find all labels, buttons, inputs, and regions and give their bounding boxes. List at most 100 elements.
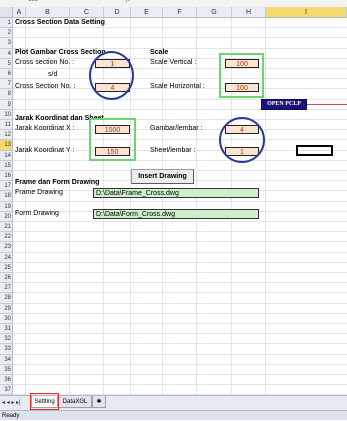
row-header-18[interactable]: 18 xyxy=(0,191,13,202)
row-header-37[interactable]: 37 xyxy=(0,385,13,396)
frame-heading: Frame dan Form Drawing xyxy=(15,179,100,186)
row-header-25[interactable]: 25 xyxy=(0,262,13,273)
jarak-y-label: Jarak Koordinat Y : xyxy=(15,147,75,154)
cross-section-from-label: Cross section No. : xyxy=(15,59,75,66)
gridline xyxy=(13,292,347,294)
gridline xyxy=(162,18,163,395)
annotation-circle xyxy=(219,117,265,163)
tab-highlight-box xyxy=(30,393,59,410)
gridline xyxy=(13,374,347,375)
gridline xyxy=(13,312,347,314)
row-header-34[interactable]: 34 xyxy=(0,354,13,365)
gridline xyxy=(13,261,347,263)
select-all-corner[interactable] xyxy=(0,7,13,18)
sheet-per-lembar-label: Sheet/lembar : xyxy=(150,147,196,154)
row-header-22[interactable]: 22 xyxy=(0,232,13,243)
gridline xyxy=(13,353,347,355)
column-header-e[interactable]: E xyxy=(131,7,163,18)
gridline xyxy=(13,231,347,233)
column-header-b[interactable]: B xyxy=(26,7,70,18)
gridline xyxy=(13,302,347,304)
status-bar: Ready xyxy=(0,410,347,420)
form-drawing-path-input[interactable]: D:\Data\Form_Cross.dwg xyxy=(93,209,259,219)
row-header-30[interactable]: 30 xyxy=(0,313,13,324)
active-cell[interactable] xyxy=(296,145,333,156)
row-header-7[interactable]: 7 xyxy=(0,79,13,90)
plot-heading: Plot Gambar Cross Section xyxy=(15,49,106,56)
column-header-f[interactable]: F xyxy=(163,7,197,18)
row-header-24[interactable]: 24 xyxy=(0,252,13,263)
row-header-3[interactable]: 3 xyxy=(0,38,13,49)
column-header-g[interactable]: G xyxy=(197,7,232,18)
column-header-c[interactable]: C xyxy=(70,7,104,18)
row-header-13[interactable]: 13 xyxy=(0,140,13,151)
row-header-5[interactable]: 5 xyxy=(0,58,13,69)
gridline xyxy=(13,272,347,273)
row-header-4[interactable]: 4 xyxy=(0,48,13,59)
row-header-9[interactable]: 9 xyxy=(0,99,13,110)
gridline xyxy=(13,363,347,365)
gridline xyxy=(13,200,347,202)
sd-label: s/d xyxy=(48,71,58,78)
row-header-35[interactable]: 35 xyxy=(0,364,13,375)
row-header-33[interactable]: 33 xyxy=(0,344,13,355)
row-header-11[interactable]: 11 xyxy=(0,120,13,131)
row-header-36[interactable]: 36 xyxy=(0,375,13,386)
row-header-32[interactable]: 32 xyxy=(0,334,13,345)
gridline xyxy=(13,78,347,80)
frame-drawing-path-input[interactable]: D:\Data\Frame_Cross.dwg xyxy=(93,188,259,198)
gridline xyxy=(13,384,347,386)
open-pclp-button[interactable]: OPEN PCLP xyxy=(261,99,307,110)
cross-section-to-label: Cross Section No. : xyxy=(15,83,76,90)
row-header-17[interactable]: 17 xyxy=(0,181,13,192)
gridline xyxy=(13,159,347,161)
column-header-i[interactable]: I xyxy=(266,7,347,18)
row-header-16[interactable]: 16 xyxy=(0,171,13,182)
insert-drawing-button[interactable]: Insert Drawing xyxy=(131,169,194,184)
row-header-23[interactable]: 23 xyxy=(0,242,13,253)
row-header-6[interactable]: 6 xyxy=(0,69,13,80)
spreadsheet-window: 123 jx ABCDEFGHI 1 2 3 4 5 6 7 8 9 10 11 12 13 14 15 16… xyxy=(0,0,347,420)
row-header-10[interactable]: 10 xyxy=(0,109,13,120)
row-header-21[interactable]: 21 xyxy=(0,222,13,233)
gridline xyxy=(265,18,266,395)
annotation-circle xyxy=(89,51,134,100)
scale-horizontal-label: Scale Horizontal : xyxy=(150,83,205,90)
gridline xyxy=(25,18,26,395)
row-header-1[interactable]: 1 xyxy=(0,18,13,29)
gridline xyxy=(13,343,347,345)
gridline xyxy=(13,221,347,222)
row-header-28[interactable]: 28 xyxy=(0,293,13,304)
row-header-15[interactable]: 15 xyxy=(0,160,13,171)
row-header-14[interactable]: 14 xyxy=(0,150,13,161)
tab-dataxgl[interactable]: DataXGL xyxy=(58,396,92,408)
row-header-27[interactable]: 27 xyxy=(0,283,13,294)
row-header-31[interactable]: 31 xyxy=(0,324,13,335)
gridline xyxy=(13,323,347,324)
row-header-12[interactable]: 12 xyxy=(0,130,13,141)
column-header-a[interactable]: A xyxy=(13,7,26,18)
frame-drawing-label: Frame Drawing xyxy=(15,189,63,196)
column-header-h[interactable]: H xyxy=(232,7,266,18)
gridline xyxy=(13,251,347,253)
fx-icon: jx xyxy=(126,0,131,3)
gridline xyxy=(13,68,347,69)
sheet-title: Cross Section Data Setting xyxy=(15,19,105,26)
row-header-29[interactable]: 29 xyxy=(0,303,13,314)
row-header-2[interactable]: 2 xyxy=(0,28,13,39)
gridline xyxy=(13,139,347,141)
row-header-8[interactable]: 8 xyxy=(0,89,13,100)
gridline xyxy=(13,333,347,335)
scale-vertical-label: Scale Vertical : xyxy=(150,59,197,66)
column-header-d[interactable]: D xyxy=(104,7,131,18)
annotation-green-box xyxy=(89,118,136,161)
row-header-19[interactable]: 19 xyxy=(0,201,13,212)
form-drawing-label: Form Drawing xyxy=(15,210,59,217)
row-header-26[interactable]: 26 xyxy=(0,273,13,284)
jarak-x-label: Jarak Koordinat X : xyxy=(15,125,75,132)
new-sheet-icon[interactable]: ✱ xyxy=(92,396,106,408)
row-header-20[interactable]: 20 xyxy=(0,211,13,222)
gridline xyxy=(69,18,70,395)
tab-scroll-arrows[interactable]: ◂ ◂ ▸ ▸| xyxy=(2,399,21,406)
name-box[interactable]: 123 xyxy=(28,0,38,3)
